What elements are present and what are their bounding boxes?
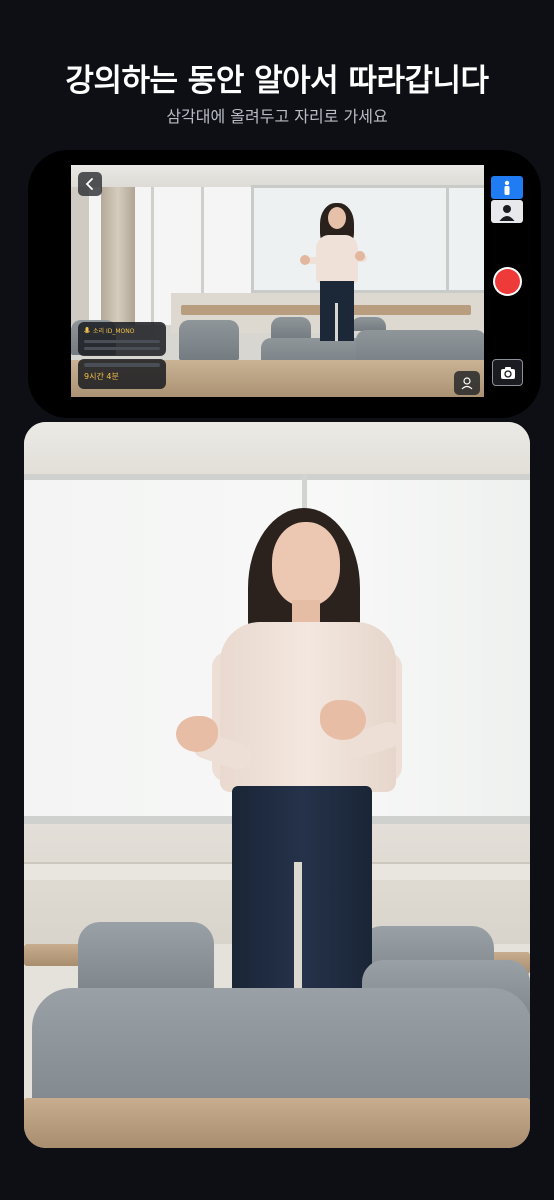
face-tracking-button[interactable] — [454, 371, 480, 395]
microphone-icon — [84, 326, 90, 333]
audio-level-bar — [84, 347, 160, 350]
tracking-mode-full-body[interactable] — [491, 176, 523, 199]
presenter-photo — [24, 422, 530, 1148]
portrait-icon — [499, 204, 515, 221]
record-icon — [495, 269, 520, 294]
record-button[interactable] — [493, 267, 522, 296]
chevron-left-icon — [85, 178, 93, 190]
face-tracking-icon — [461, 377, 473, 390]
whiteboard — [251, 185, 484, 293]
switch-camera-button[interactable] — [492, 359, 523, 386]
recording-time-panel: 9시간 4분 — [78, 359, 166, 389]
page-title: 강의하는 동안 알아서 따라갑니다 — [65, 63, 489, 99]
person-tracking-icon — [504, 180, 510, 195]
camera-switch-icon — [500, 366, 515, 379]
page-subtitle: 삼각대에 올려두고 자리로 가세요 — [166, 107, 388, 126]
tracking-mode-portrait[interactable] — [491, 200, 523, 223]
phone-side-button — [33, 244, 55, 318]
recording-time-remaining: 9시간 4분 — [84, 372, 119, 381]
curtain — [101, 165, 135, 325]
audio-level-panel: 소리 ID_MONO — [78, 322, 166, 356]
audio-source-label: 소리 ID_MONO — [93, 328, 135, 335]
audio-level-bar — [84, 340, 160, 343]
storage-bar — [84, 363, 160, 367]
back-button[interactable] — [78, 172, 102, 196]
desk — [24, 1098, 530, 1148]
